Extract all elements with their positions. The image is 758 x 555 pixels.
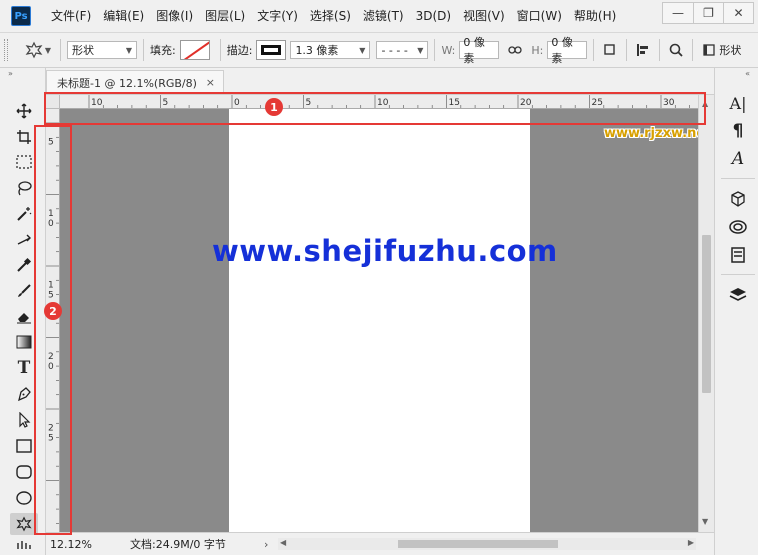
paragraph-icon[interactable]: ¶ [725, 120, 751, 142]
close-button[interactable]: ✕ [723, 3, 753, 23]
libraries-icon[interactable] [725, 216, 751, 238]
3d-icon[interactable] [725, 188, 751, 210]
path-operations-icon[interactable] [600, 40, 620, 60]
width-label: W: [441, 43, 456, 57]
menu-layer[interactable]: 图层(L) [199, 0, 251, 32]
menu-edit[interactable]: 编辑(E) [97, 0, 150, 32]
glyphs-icon[interactable]: A [725, 148, 751, 170]
chevron-down-icon: ▼ [44, 45, 52, 55]
watermark-main: www.shejifuzhu.com [212, 234, 558, 268]
document-info: 文档:24.9M/0 字节 [130, 538, 226, 551]
scroll-right-icon[interactable]: ▶ [688, 538, 694, 547]
tool-preset-picker[interactable]: ▼ [22, 38, 54, 62]
zoom-level[interactable]: 12.12% [46, 538, 102, 551]
move-icon[interactable] [10, 100, 38, 122]
path-alignment-icon[interactable] [633, 40, 653, 60]
search-icon[interactable] [666, 40, 686, 60]
highlight-vertical-ruler [34, 125, 72, 535]
menu-bar: Ps 文件(F) 编辑(E) 图像(I) 图层(L) 文字(Y) 选择(S) 滤… [0, 0, 758, 32]
tool-mode-select[interactable]: 形状 ▼ [67, 41, 137, 59]
custom-shape-icon [16, 516, 32, 532]
annotation-badge-2: 2 [44, 302, 62, 320]
divider [60, 39, 61, 61]
menu-3d[interactable]: 3D(D) [410, 0, 457, 32]
status-bar: 12.12% 文档:24.9M/0 字节 › ◀ ▶ [46, 532, 714, 555]
properties-icon[interactable] [725, 244, 751, 266]
menu-type[interactable]: 文字(Y) [251, 0, 304, 32]
toolbox-collapse-icon[interactable]: » [0, 68, 45, 80]
divider [593, 39, 595, 61]
vertical-scrollbar[interactable]: ▲ ▼ [698, 95, 714, 532]
stroke-width-field[interactable]: 1.3 像素 ▼ [290, 41, 371, 59]
menu-window[interactable]: 窗口(W) [511, 0, 568, 32]
more-tools-icon[interactable] [10, 538, 38, 552]
vertical-scroll-thumb[interactable] [702, 235, 711, 393]
maximize-button[interactable]: ❐ [693, 3, 723, 23]
canvas-workspace[interactable] [60, 109, 698, 532]
tool-mode-value: 形状 [72, 44, 94, 57]
watermark-corner: www.rjzxw.net [604, 126, 712, 141]
document-tab-title: 未标题-1 @ 12.1%(RGB/8) [57, 76, 197, 90]
document-tab[interactable]: 未标题-1 @ 12.1%(RGB/8) × [46, 70, 224, 94]
stroke-width-value: 1.3 像素 [295, 44, 339, 57]
layers-icon[interactable] [725, 284, 751, 306]
stroke-type-select[interactable]: - - - - ▼ [376, 41, 429, 59]
dock-divider [721, 178, 755, 179]
menu-items: 文件(F) 编辑(E) 图像(I) 图层(L) 文字(Y) 选择(S) 滤镜(T… [45, 0, 622, 32]
annotation-badge-1: 1 [265, 98, 283, 116]
divider [659, 39, 661, 61]
no-fill-icon [180, 41, 209, 59]
dock-collapse-icon[interactable]: « [715, 68, 758, 80]
height-input[interactable]: 0 像素 [547, 36, 588, 65]
horizontal-scrollbar[interactable]: ◀ ▶ [278, 538, 696, 550]
menu-select[interactable]: 选择(S) [304, 0, 357, 32]
menu-file[interactable]: 文件(F) [45, 0, 97, 32]
scroll-left-icon[interactable]: ◀ [280, 538, 286, 547]
menu-filter[interactable]: 滤镜(T) [357, 0, 410, 32]
width-input[interactable]: 0 像素 [459, 36, 500, 65]
workspace-icon[interactable] [699, 40, 719, 60]
photoshop-logo-icon: Ps [11, 6, 31, 26]
chevron-down-icon: ▼ [125, 45, 132, 55]
workspace-label: 形状 [719, 44, 742, 57]
status-menu-icon[interactable]: › [264, 538, 268, 551]
stroke-type-value: - - - - [381, 43, 408, 57]
menu-view[interactable]: 视图(V) [457, 0, 511, 32]
dock-divider [721, 274, 755, 275]
document-canvas[interactable] [229, 109, 530, 532]
options-grip[interactable] [4, 39, 8, 61]
divider [219, 39, 221, 61]
minimize-button[interactable]: — [663, 3, 693, 23]
menu-help[interactable]: 帮助(H) [568, 0, 622, 32]
divider [692, 39, 694, 61]
divider [434, 39, 436, 61]
link-icon[interactable] [505, 40, 525, 60]
divider [143, 39, 144, 61]
height-label: H: [531, 43, 544, 57]
fill-swatch[interactable] [179, 40, 210, 60]
close-icon[interactable]: × [206, 76, 215, 89]
right-panel-dock: « A| ¶ A [714, 68, 758, 555]
divider [626, 39, 628, 61]
custom-shape-icon [25, 41, 43, 59]
stroke-label: 描边: [226, 44, 253, 57]
character-icon[interactable]: A| [725, 92, 751, 114]
menu-image[interactable]: 图像(I) [150, 0, 199, 32]
scroll-down-icon[interactable]: ▼ [702, 517, 708, 526]
stroke-color-preview [261, 45, 282, 55]
stroke-swatch[interactable] [256, 40, 287, 60]
window-controls: — ❐ ✕ [662, 2, 754, 24]
fill-label: 填充: [150, 44, 176, 57]
chevron-down-icon: ▼ [359, 45, 366, 55]
horizontal-scroll-thumb[interactable] [398, 540, 558, 548]
chevron-down-icon: ▼ [417, 45, 424, 55]
highlight-horizontal-ruler [44, 92, 706, 125]
options-bar: ▼ 形状 ▼ 填充: 描边: 1.3 像素 ▼ - - - - ▼ W: 0 像… [0, 32, 758, 68]
